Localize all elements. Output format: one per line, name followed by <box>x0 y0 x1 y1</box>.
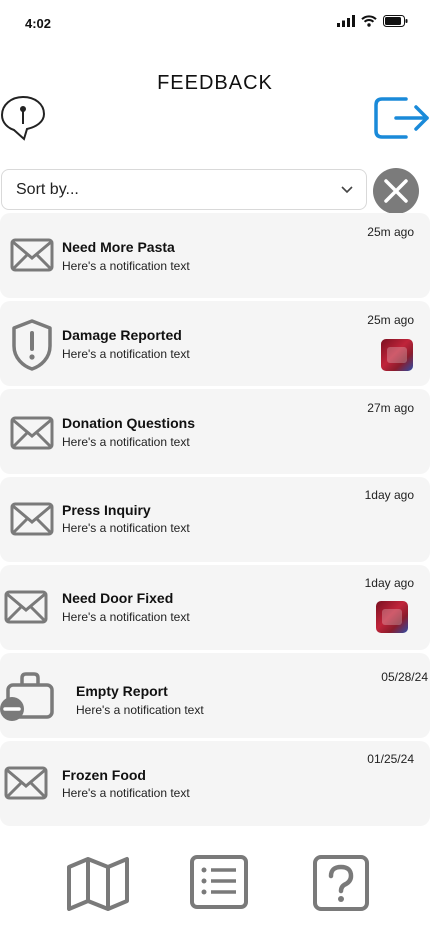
notification-title: Empty Report <box>76 683 168 699</box>
notification-title: Press Inquiry <box>62 502 151 518</box>
location-pin-icon <box>0 95 46 141</box>
notification-title: Damage Reported <box>62 327 182 343</box>
envelope-icon <box>10 238 54 272</box>
sort-select[interactable]: Sort by... <box>1 169 367 210</box>
notification-item[interactable]: Frozen Food Here's a notification text 0… <box>0 741 430 826</box>
status-bar: 4:02 <box>0 0 430 46</box>
notification-title: Frozen Food <box>62 767 146 783</box>
notification-item[interactable]: Need Door Fixed Here's a notification te… <box>0 565 430 650</box>
page-title: FEEDBACK <box>157 72 273 94</box>
status-icons <box>337 15 408 27</box>
wifi-icon <box>361 15 377 27</box>
notification-text: Here's a notification text <box>62 259 190 273</box>
notification-title: Need Door Fixed <box>62 590 174 606</box>
notification-text: Here's a notification text <box>62 521 190 535</box>
notification-item[interactable]: Need More Pasta Here's a notification te… <box>0 213 430 298</box>
notification-time: 05/28/24 <box>381 670 428 684</box>
notification-text: Here's a notification text <box>62 435 190 449</box>
battery-icon <box>383 15 408 27</box>
notification-time: 27m ago <box>367 401 414 415</box>
notification-item[interactable]: Donation Questions Here's a notification… <box>0 389 430 474</box>
nav-map-button[interactable] <box>66 855 130 915</box>
notification-title: Need More Pasta <box>62 239 175 255</box>
shield-alert-icon <box>12 319 52 371</box>
clear-sort-button[interactable] <box>372 167 420 215</box>
briefcase-minus-icon <box>0 672 54 721</box>
nav-help-button[interactable] <box>312 855 376 915</box>
nav-list-button[interactable] <box>189 855 253 915</box>
notification-text: Here's a notification text <box>62 347 190 361</box>
help-icon <box>313 855 369 911</box>
notification-text: Here's a notification text <box>62 610 190 624</box>
notification-text: Here's a notification text <box>62 786 190 800</box>
notification-thumbnail[interactable] <box>376 601 408 633</box>
list-icon <box>190 855 248 909</box>
pin-button[interactable] <box>0 94 48 142</box>
signal-icon <box>337 15 355 27</box>
notification-time: 1day ago <box>364 488 414 502</box>
logout-button[interactable] <box>374 95 430 141</box>
close-icon <box>373 168 419 214</box>
envelope-icon <box>4 766 48 800</box>
notification-time: 1day ago <box>364 576 414 590</box>
notification-text: Here's a notification text <box>76 703 204 717</box>
sort-select-value: Sort by... <box>16 180 79 198</box>
envelope-icon <box>10 416 54 450</box>
status-time: 4:02 <box>25 16 52 31</box>
notification-item[interactable]: Damage Reported Here's a notification te… <box>0 301 430 386</box>
notification-item[interactable]: Press Inquiry Here's a notification text… <box>0 477 430 562</box>
logout-icon <box>374 97 429 139</box>
envelope-icon <box>4 590 48 624</box>
notification-thumbnail[interactable] <box>381 339 413 371</box>
notification-time: 01/25/24 <box>367 752 414 766</box>
envelope-icon <box>10 502 54 536</box>
notification-title: Donation Questions <box>62 415 195 431</box>
chevron-down-icon <box>341 186 353 194</box>
notification-time: 25m ago <box>367 313 414 327</box>
map-icon <box>67 857 129 911</box>
bottom-nav <box>0 845 430 925</box>
notification-time: 25m ago <box>367 225 414 239</box>
notification-item[interactable]: Empty Report Here's a notification text … <box>0 653 430 738</box>
